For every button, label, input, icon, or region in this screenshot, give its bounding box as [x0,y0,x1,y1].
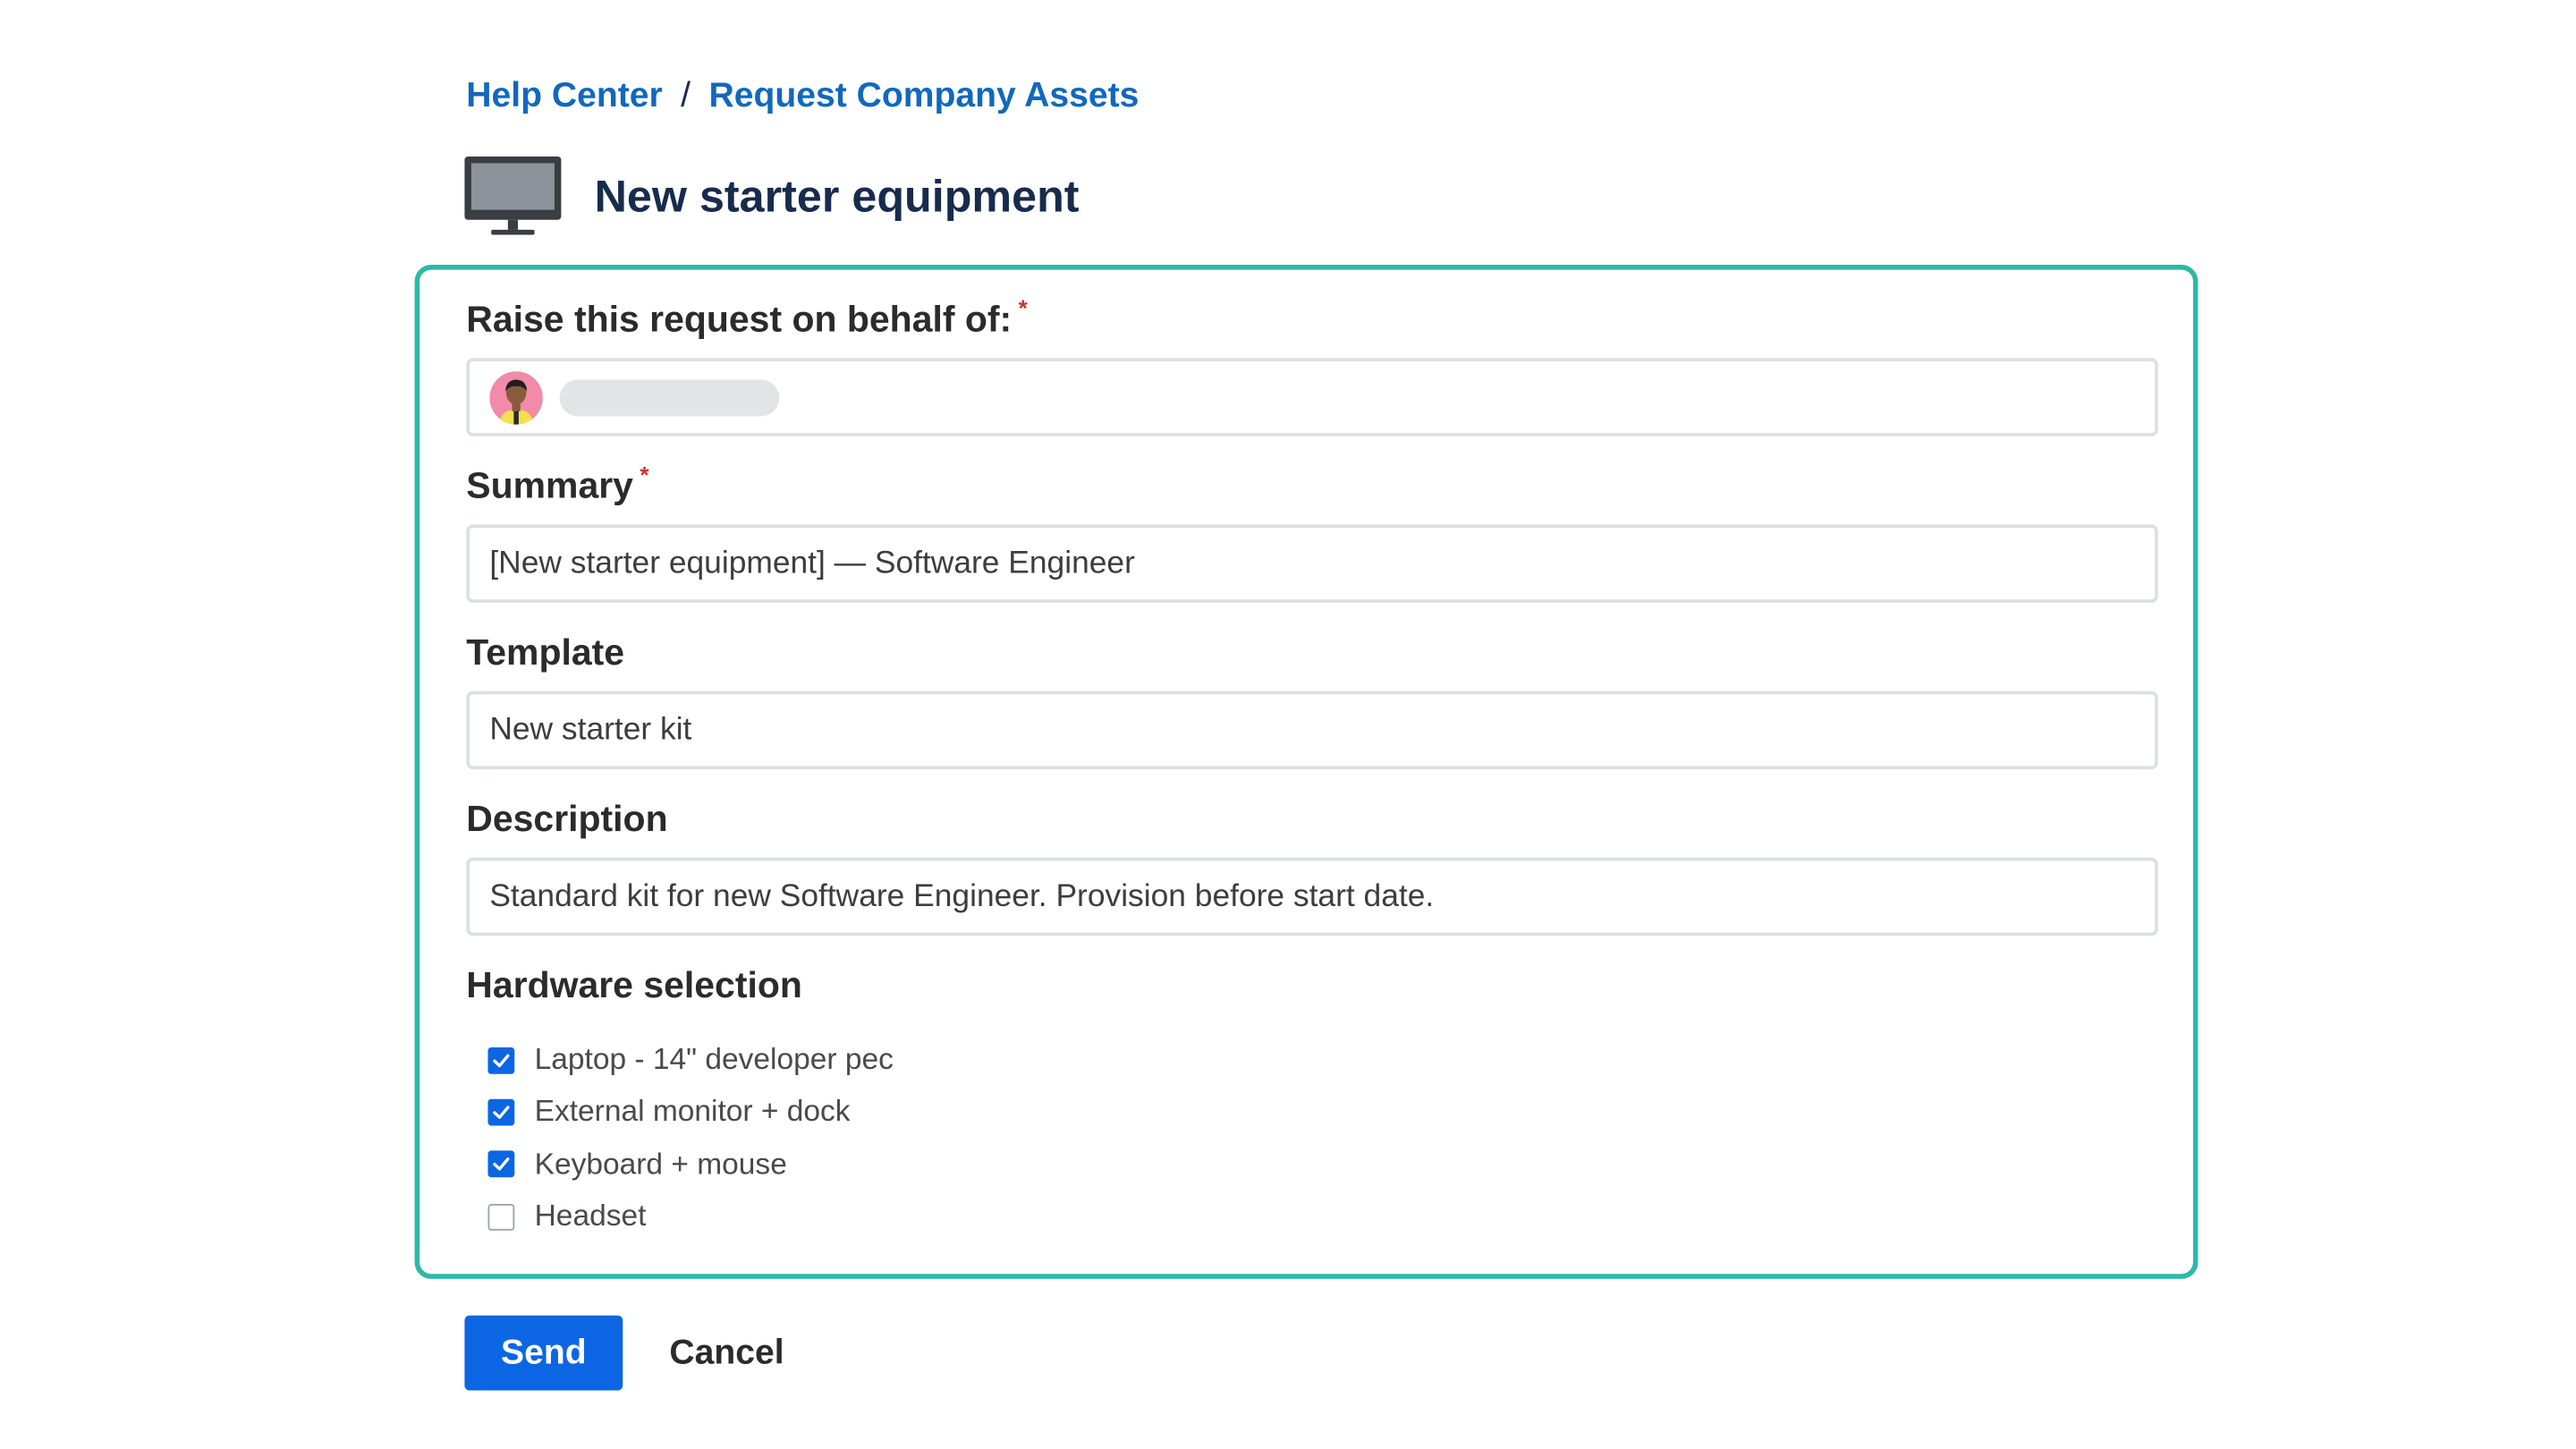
breadcrumb: Help Center / Request Company Assets [466,75,1139,118]
breadcrumb-separator: / [681,76,691,115]
summary-input[interactable]: [New starter equipment] — Software Engin… [466,524,2158,603]
hardware-option-label: Laptop - 14" developer pec [534,1042,894,1076]
required-indicator: * [1018,294,1028,322]
hardware-checklist: Laptop - 14" developer pec External moni… [487,1034,894,1242]
breadcrumb-request-company-assets[interactable]: Request Company Assets [709,77,1140,115]
hardware-option-label: Headset [534,1199,647,1233]
request-page: Help Center / Request Company Assets New s… [0,0,2576,1449]
required-indicator: * [640,461,649,488]
hardware-option-headset[interactable]: Headset [487,1191,893,1242]
hardware-option-laptop[interactable]: Laptop - 14" developer pec [487,1034,894,1086]
summary-label-text: Summary [466,464,633,506]
checkmark-icon [493,1053,510,1067]
on-behalf-label-text: Raise this request on behalf of: [466,298,1013,340]
checkmark-icon [493,1157,510,1172]
hardware-option-label: Keyboard + mouse [534,1147,787,1181]
description-input[interactable]: Standard kit for new Software Engineer. … [466,857,2158,936]
checkbox-checked[interactable] [487,1098,515,1126]
summary-label: Summary * [466,461,649,507]
template-label: Template [466,631,625,674]
hardware-selection-label: Hardware selection [466,963,802,1006]
hardware-option-monitor-dock[interactable]: External monitor + dock [487,1086,893,1138]
on-behalf-field[interactable] [466,358,2158,436]
hardware-option-label: External monitor + dock [534,1094,851,1129]
monitor-icon [463,155,564,238]
checkbox-checked[interactable] [487,1046,515,1074]
description-label: Description [466,797,668,840]
on-behalf-label: Raise this request on behalf of: * [466,294,1028,341]
page-header: New starter equipment [463,153,1080,240]
checkmark-icon [493,1106,510,1119]
checkbox-checked[interactable] [487,1150,515,1178]
cancel-button[interactable]: Cancel [653,1316,801,1391]
breadcrumb-help-center[interactable]: Help Center [466,77,662,115]
checkbox-unchecked[interactable] [487,1203,515,1230]
hardware-option-keyboard-mouse[interactable]: Keyboard + mouse [487,1139,893,1191]
page-title: New starter equipment [594,170,1080,221]
template-input[interactable]: New starter kit [466,691,2158,770]
redacted-name [559,378,780,416]
send-button[interactable]: Send [464,1315,623,1391]
user-avatar [489,370,543,424]
